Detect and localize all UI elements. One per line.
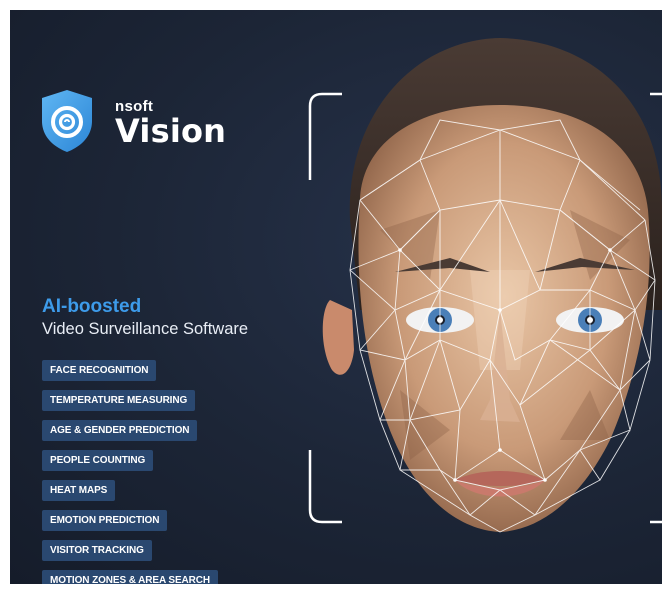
brand-name: Vision	[115, 112, 227, 150]
subheadline: Video Surveillance Software	[42, 320, 249, 338]
feature-badge: FACE RECOGNITION	[42, 360, 157, 381]
headline: AI-boosted	[42, 296, 142, 317]
feature-badge: TEMPERATURE MEASURING	[42, 390, 196, 411]
shield-eye-icon	[42, 90, 92, 152]
feature-badge: AGE & GENDER PREDICTION	[42, 420, 198, 441]
ear-shape	[322, 300, 354, 375]
feature-badge: EMOTION PREDICTION	[42, 510, 168, 531]
feature-badge: MOTION ZONES & AREA SEARCH	[42, 570, 218, 584]
feature-badge: HEAT MAPS	[42, 480, 116, 501]
promo-panel: nsoft Vision AI-boosted Video Surveillan…	[10, 10, 662, 584]
banner-frame: nsoft Vision AI-boosted Video Surveillan…	[0, 0, 668, 589]
face-mesh-illustration	[308, 38, 662, 533]
feature-badge: VISITOR TRACKING	[42, 540, 152, 561]
feature-badge: PEOPLE COUNTING	[42, 450, 154, 471]
